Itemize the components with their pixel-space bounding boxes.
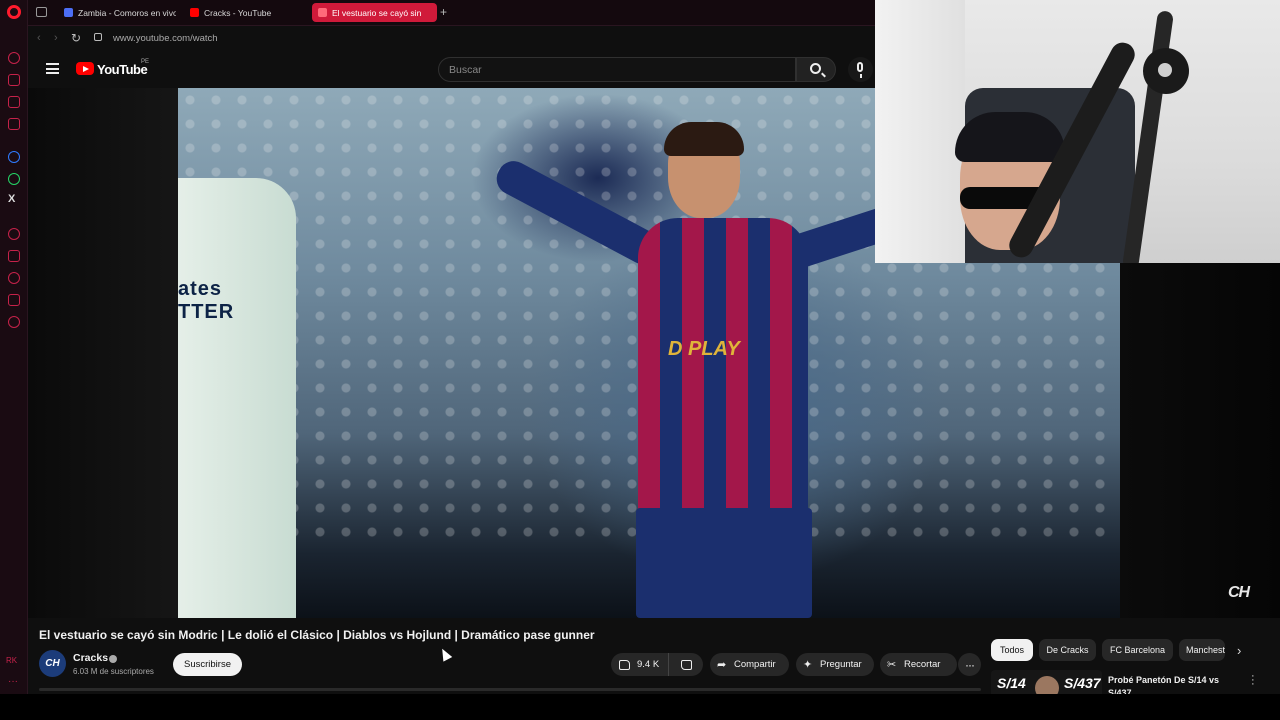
chip-de-cracks[interactable]: De Cracks (1039, 639, 1096, 661)
instagram-icon[interactable] (8, 118, 20, 130)
youtube-favicon-icon (190, 8, 199, 17)
new-tab-button[interactable]: + (440, 5, 447, 19)
recommendation-thumbnail[interactable]: S/14 S/437 (991, 670, 1102, 694)
tab-active-video[interactable]: El vestuario se cayó sin (312, 3, 437, 22)
like-dislike-group: 9.4 K (611, 653, 703, 676)
youtube-header: YouTube PE Buscar (28, 50, 875, 88)
player-letterbox-left (28, 88, 178, 618)
twitch-icon[interactable] (8, 96, 20, 108)
wallet-icon[interactable] (8, 250, 20, 262)
opera-sidebar: X RK ··· (0, 0, 28, 720)
player-icon[interactable] (8, 228, 20, 240)
verified-icon (109, 655, 117, 663)
subscriber-count: 6.03 M de suscriptores (73, 667, 154, 676)
lock-icon[interactable] (94, 33, 102, 41)
search-input[interactable]: Buscar (438, 57, 796, 82)
streamer-hair (955, 112, 1065, 162)
youtube-logo-text[interactable]: YouTube (97, 62, 148, 77)
chip-todos[interactable]: Todos (991, 639, 1033, 661)
like-count: 9.4 K (637, 659, 660, 670)
back-icon[interactable]: ‹ (37, 32, 41, 44)
dislike-button[interactable] (669, 653, 703, 676)
reload-icon[interactable]: ↻ (71, 31, 81, 45)
microphone-icon (857, 62, 863, 78)
recommendation-title[interactable]: Probé Panetón De S/14 vs S/437 (1108, 674, 1238, 694)
url-field[interactable]: www.youtube.com/watch (113, 33, 218, 44)
description-box-edge (39, 688, 981, 691)
channel-watermark[interactable]: CH (1228, 584, 1250, 602)
search-icon (810, 63, 821, 74)
x-twitter-icon[interactable]: X (8, 193, 15, 205)
thumb-price-left: S/14 (997, 675, 1026, 691)
share-button[interactable]: ➦ Compartir (710, 653, 789, 676)
jersey-text: ates TTER (178, 278, 235, 323)
ask-button[interactable]: ✦ Preguntar (796, 653, 874, 676)
barcelona-player (638, 218, 808, 518)
webcam-overlay (875, 0, 1280, 263)
forward-icon[interactable]: › (54, 32, 58, 44)
subscribe-button[interactable]: Suscribirse (173, 653, 242, 676)
extensions-icon[interactable] (8, 294, 20, 306)
player-letterbox-right (1120, 263, 1280, 618)
mic-knob (1143, 48, 1189, 94)
clip-label: Recortar (904, 659, 941, 670)
address-bar: ‹ › ↻ www.youtube.com/watch (28, 25, 875, 50)
share-icon: ➦ (717, 658, 727, 671)
search-placeholder: Buscar (449, 64, 482, 76)
tab-cracks-youtube[interactable]: Cracks - YouTube (184, 3, 304, 22)
chip-fc-barcelona[interactable]: FC Barcelona (1102, 639, 1173, 661)
tab-overview-icon[interactable] (36, 7, 47, 17)
aria-icon[interactable] (8, 52, 20, 64)
player-hair (664, 122, 744, 156)
youtube-logo-icon[interactable] (76, 62, 94, 75)
like-button[interactable]: 9.4 K (611, 653, 669, 676)
jersey-sponsor: D PLAY (668, 338, 740, 360)
search-button[interactable] (796, 57, 836, 82)
settings-icon[interactable] (8, 316, 20, 328)
tab-label: Zambia - Comoros en vivo (78, 7, 176, 18)
clip-button[interactable]: ✂ Recortar (880, 653, 957, 676)
wall (875, 0, 965, 263)
thumbs-up-icon (619, 659, 630, 670)
mouse-cursor (437, 646, 453, 662)
menu-icon[interactable] (46, 63, 59, 74)
sidebar-bottom-label: RK (6, 656, 18, 665)
history-icon[interactable] (8, 272, 20, 284)
whatsapp-icon[interactable] (8, 173, 20, 185)
bottom-edge (0, 694, 1280, 720)
country-code: PE (141, 59, 150, 65)
thumbs-down-icon (680, 659, 692, 670)
gx-icon[interactable] (8, 74, 20, 86)
voice-search-button[interactable] (848, 57, 873, 82)
ask-label: Preguntar (820, 659, 862, 670)
tab-label: Cracks - YouTube (204, 7, 272, 18)
thumb-face (1035, 676, 1059, 694)
tab-favicon-icon (64, 8, 73, 17)
more-actions-button[interactable]: ··· (958, 653, 981, 676)
tab-label: El vestuario se cayó sin (332, 7, 422, 18)
speaker-icon (318, 8, 327, 17)
real-madrid-player (178, 178, 296, 618)
thumb-price-right: S/437 (1064, 675, 1101, 691)
tab-zambia[interactable]: Zambia - Comoros en vivo (58, 3, 176, 22)
messenger-icon[interactable] (8, 151, 20, 163)
scissors-icon: ✂ (887, 658, 897, 671)
channel-avatar[interactable]: CH (39, 650, 66, 677)
barcelona-shorts (636, 508, 812, 618)
video-title: El vestuario se cayó sin Modric | Le dol… (39, 628, 595, 642)
chip-manchester[interactable]: Manchester (1179, 639, 1225, 661)
sidebar-more-icon[interactable]: ··· (8, 676, 18, 687)
sparkle-icon: ✦ (803, 658, 813, 671)
kebab-menu-icon[interactable]: · · · (1251, 671, 1255, 690)
share-label: Compartir (734, 659, 776, 670)
channel-name[interactable]: Cracks (73, 652, 108, 664)
chevron-right-icon[interactable]: › (1237, 643, 1241, 658)
opera-logo-icon[interactable] (7, 5, 21, 19)
tab-strip: Zambia - Comoros en vivo Cracks - YouTub… (28, 0, 875, 25)
